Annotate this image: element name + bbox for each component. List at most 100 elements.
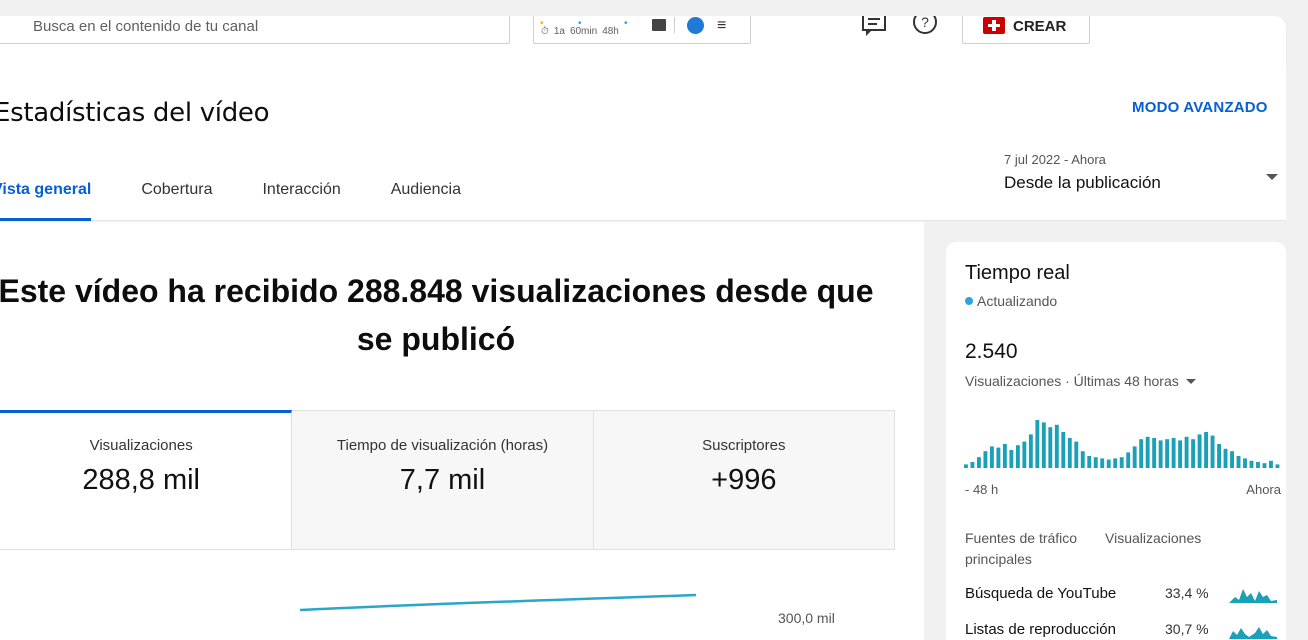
- realtime-axis: - 48 h Ahora: [965, 482, 1281, 497]
- realtime-bar: [964, 464, 968, 468]
- realtime-bar: [1132, 446, 1137, 468]
- realtime-bar: [1119, 457, 1124, 468]
- realtime-bar: [996, 447, 1001, 468]
- extension-logo-icon[interactable]: [687, 17, 704, 34]
- realtime-status: Actualizando: [965, 293, 1057, 309]
- realtime-bar: [1171, 438, 1176, 468]
- traffic-row[interactable]: Búsqueda de YouTube 33,4 %: [965, 585, 1277, 607]
- metric-value: 288,8 mil: [82, 464, 200, 496]
- realtime-bar: [1100, 458, 1105, 468]
- realtime-bar: [1275, 464, 1280, 468]
- svg-text:?: ?: [921, 16, 929, 30]
- realtime-bar: [1152, 438, 1157, 468]
- page-title: Estadísticas del vídeo: [0, 98, 270, 128]
- overview-panel: Este vídeo ha recibido 288.848 visualiza…: [0, 222, 924, 640]
- create-video-icon: [983, 17, 1005, 34]
- tab-vista-general[interactable]: Vista general: [0, 174, 92, 221]
- realtime-bar: [1035, 420, 1040, 468]
- realtime-bar: [1074, 441, 1079, 468]
- metric-cards: Visualizaciones 288,8 mil Tiempo de visu…: [0, 410, 895, 550]
- blue-dot-icon: •: [624, 18, 628, 29]
- realtime-bar: [1106, 459, 1111, 468]
- realtime-bar: [976, 457, 981, 468]
- create-button[interactable]: CREAR: [962, 16, 1090, 44]
- tab-bar: Vista general Cobertura Interacción Audi…: [0, 174, 511, 221]
- realtime-bar: [1139, 439, 1144, 468]
- realtime-bar: [1113, 458, 1118, 468]
- realtime-bar: [1243, 458, 1247, 468]
- realtime-bar: [1009, 450, 1014, 468]
- realtime-bar: [1087, 456, 1092, 468]
- realtime-bar: [1223, 448, 1228, 468]
- realtime-bar: [1028, 434, 1033, 468]
- chevron-down-icon: [1266, 174, 1278, 180]
- metric-card-watch-time[interactable]: Tiempo de visualización (horas) 7,7 mil: [292, 410, 594, 550]
- realtime-card: Tiempo real Actualizando 2.540 Visualiza…: [946, 242, 1286, 640]
- realtime-bar: [1256, 462, 1260, 468]
- create-label: CREAR: [1013, 18, 1067, 35]
- metric-label: Tiempo de visualización (horas): [336, 437, 549, 454]
- extension-time-labels: ⏱ 1a 60min 48h: [541, 26, 619, 37]
- realtime-bar: [1093, 457, 1098, 468]
- realtime-bar: [1165, 439, 1170, 468]
- realtime-bar: [1249, 460, 1254, 468]
- date-range-main: Desde la publicación: [1004, 173, 1161, 192]
- realtime-bar: [1015, 445, 1020, 468]
- tab-audiencia[interactable]: Audiencia: [391, 174, 461, 221]
- page-header: Estadísticas del vídeo MODO AVANZADO Vis…: [0, 64, 1286, 221]
- metric-value: 7,7 mil: [399, 464, 486, 496]
- realtime-bar: [1178, 440, 1183, 468]
- realtime-bar: [1022, 441, 1027, 468]
- axis-start-label: - 48 h: [965, 482, 999, 497]
- metric-card-views[interactable]: Visualizaciones 288,8 mil: [0, 410, 293, 550]
- traffic-percent: 30,7 %: [1165, 621, 1209, 637]
- date-range-selector[interactable]: 7 jul 2022 - Ahora Desde la publicación: [1004, 152, 1280, 198]
- realtime-bar: [1126, 452, 1131, 468]
- traffic-row[interactable]: Listas de reproducción 30,7 %: [965, 621, 1277, 640]
- realtime-period-dropdown[interactable]: Visualizaciones · Últimas 48 horas: [965, 373, 1196, 389]
- traffic-source: Búsqueda de YouTube: [965, 585, 1117, 602]
- realtime-bar: [1262, 463, 1267, 468]
- search-input[interactable]: [33, 18, 493, 35]
- metric-value: +996: [711, 464, 777, 496]
- help-icon[interactable]: ?: [912, 16, 938, 40]
- realtime-count: 2.540: [965, 340, 1018, 363]
- traffic-header: Fuentes de tráfico principales Visualiza…: [965, 528, 1225, 570]
- axis-end-label: Ahora: [1246, 482, 1281, 497]
- metric-label: Suscriptores: [702, 437, 786, 454]
- realtime-bar: [1054, 424, 1059, 468]
- realtime-bar: [1217, 444, 1221, 468]
- realtime-bar: [1145, 436, 1150, 468]
- realtime-bar: [1230, 451, 1234, 468]
- tab-cobertura[interactable]: Cobertura: [141, 174, 212, 221]
- realtime-bar: [1080, 451, 1085, 468]
- feedback-icon[interactable]: [860, 16, 888, 40]
- traffic-views-label: Visualizaciones: [1105, 530, 1202, 546]
- metric-label: Visualizaciones: [89, 437, 193, 454]
- live-dot-icon: [965, 297, 973, 305]
- divider: [674, 17, 675, 33]
- metric-card-subscribers[interactable]: Suscriptores +996: [593, 410, 895, 550]
- traffic-percent: 33,4 %: [1165, 585, 1209, 601]
- realtime-bar: [1002, 444, 1007, 468]
- realtime-bar: [1041, 422, 1046, 468]
- realtime-bar: [1269, 460, 1273, 468]
- traffic-source: Listas de reproducción: [965, 621, 1116, 638]
- bar-chart-icon[interactable]: [652, 19, 666, 31]
- realtime-bar: [1158, 440, 1163, 468]
- search-box[interactable]: [0, 16, 510, 44]
- extension-widget[interactable]: • • • ⏱ 1a 60min 48h ≡: [533, 16, 751, 44]
- views-headline: Este vídeo ha recibido 288.848 visualiza…: [0, 273, 874, 357]
- traffic-sources-label: Fuentes de tráfico principales: [965, 530, 1078, 567]
- realtime-bar: [1184, 436, 1189, 468]
- date-range-sub: 7 jul 2022 - Ahora: [1004, 152, 1106, 167]
- menu-icon[interactable]: ≡: [717, 17, 726, 35]
- advanced-mode-link[interactable]: MODO AVANZADO: [1132, 99, 1268, 116]
- realtime-bar: [989, 446, 994, 468]
- top-bar: • • • ⏱1a60min48h ≡ ? CREAR: [0, 16, 1286, 64]
- tab-interaccion[interactable]: Interacción: [262, 174, 340, 221]
- views-trend-line: [299, 593, 697, 612]
- realtime-bar: [1197, 434, 1202, 468]
- traffic-sparkline-icon: [1229, 589, 1277, 603]
- traffic-sparkline-icon: [1229, 627, 1277, 639]
